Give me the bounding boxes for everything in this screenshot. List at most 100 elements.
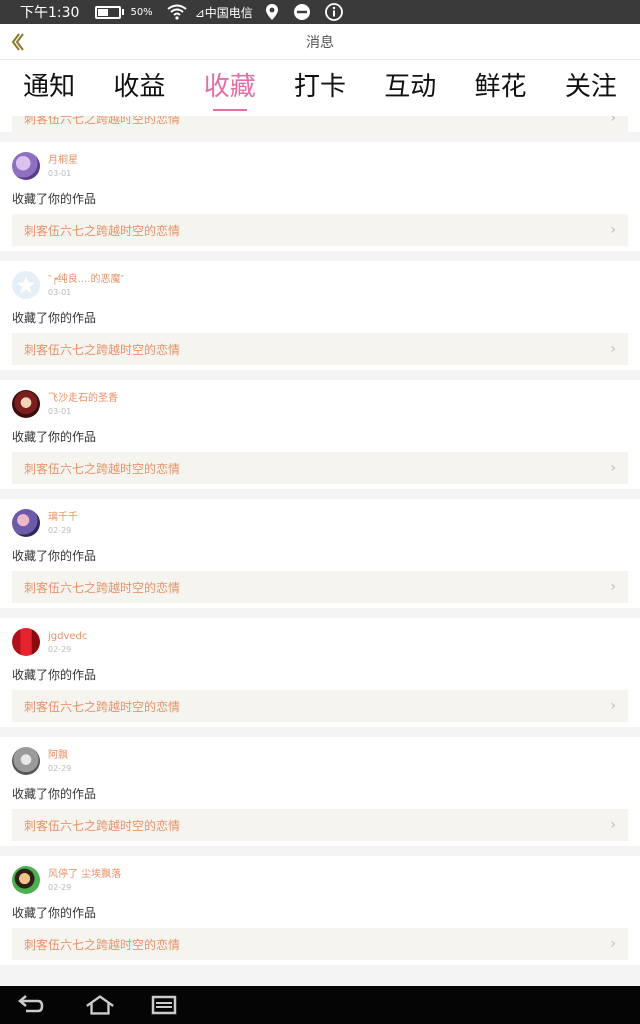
list-item: 风停了 尘埃飘落 02-29 收藏了你的作品 刺客伍六七之跨越时空的恋情 › [0, 856, 640, 965]
user-row: 阿飘 02-29 [12, 747, 628, 777]
action-text: 收藏了你的作品 [12, 549, 97, 563]
username[interactable]: 月桐星 [48, 154, 78, 168]
timestamp: 02-29 [48, 645, 72, 654]
action-text: 收藏了你的作品 [12, 668, 97, 682]
tab-0[interactable]: 通知 [5, 60, 93, 116]
tab-2[interactable]: 收藏 [186, 60, 274, 116]
username[interactable]: jgdvedc [48, 630, 87, 644]
chevron-right-icon: › [610, 341, 616, 357]
username[interactable]: 璃千千 [48, 511, 78, 525]
chevron-right-icon: › [610, 460, 616, 476]
list-item: 刺客伍六七之跨越时空的恋情 › [0, 116, 640, 134]
wifi-icon [167, 4, 187, 20]
work-title: 刺客伍六七之跨越时空的恋情 [24, 937, 181, 952]
avatar[interactable] [12, 866, 40, 894]
tab-6[interactable]: 关注 [547, 60, 635, 116]
work-title: 刺客伍六七之跨越时空的恋情 [24, 580, 181, 595]
back-nav-icon[interactable] [14, 991, 46, 1019]
user-row: 风停了 尘埃飘落 02-29 [12, 866, 628, 896]
back-arrow-icon [11, 33, 24, 51]
tab-3[interactable]: 打卡 [276, 60, 364, 116]
work-title: 刺客伍六七之跨越时空的恋情 [24, 818, 181, 833]
user-meta: jgdvedc 02-29 [48, 628, 87, 656]
username[interactable]: ‶┍纯良....的恶魔″ [48, 273, 124, 287]
battery-percent: 50% [130, 6, 153, 18]
list-item: 飞沙走石的圣香 03-01 收藏了你的作品 刺客伍六七之跨越时空的恋情 › [0, 380, 640, 489]
user-row: 月桐星 03-01 [12, 152, 628, 182]
list-item: 阿飘 02-29 收藏了你的作品 刺客伍六七之跨越时空的恋情 › [0, 737, 640, 846]
username[interactable]: 阿飘 [48, 749, 71, 763]
status-time: 下午1:30 [20, 5, 80, 21]
do-not-disturb-icon [293, 3, 311, 21]
location-icon [265, 3, 279, 21]
action-text: 收藏了你的作品 [12, 787, 97, 801]
user-meta: 月桐星 03-01 [48, 152, 78, 180]
info-icon [324, 3, 343, 21]
chevron-right-icon: › [610, 116, 616, 126]
work-title: 刺客伍六七之跨越时空的恋情 [24, 223, 181, 238]
avatar[interactable] [12, 390, 40, 418]
chevron-right-icon: › [610, 817, 616, 833]
work-link[interactable]: 刺客伍六七之跨越时空的恋情 › [12, 116, 628, 134]
avatar[interactable] [12, 152, 40, 180]
page-title: 消息 [306, 34, 334, 51]
timestamp: 02-29 [48, 764, 72, 773]
work-title: 刺客伍六七之跨越时空的恋情 [24, 342, 181, 357]
avatar[interactable] [12, 628, 40, 656]
chevron-right-icon: › [610, 579, 616, 595]
avatar[interactable] [12, 271, 40, 299]
user-meta: ‶┍纯良....的恶魔″ 03-01 [48, 271, 124, 299]
user-row: 璃千千 02-29 [12, 509, 628, 539]
work-link[interactable]: 刺客伍六七之跨越时空的恋情 › [12, 452, 628, 484]
header: 消息 [0, 24, 640, 60]
tab-1[interactable]: 收益 [95, 60, 183, 116]
user-meta: 璃千千 02-29 [48, 509, 78, 537]
list-item: jgdvedc 02-29 收藏了你的作品 刺客伍六七之跨越时空的恋情 › [0, 618, 640, 727]
tab-bar: 通知 收益 收藏 打卡 互动 鲜花 关注 [0, 60, 640, 116]
action-text: 收藏了你的作品 [12, 192, 97, 206]
list-item: ‶┍纯良....的恶魔″ 03-01 收藏了你的作品 刺客伍六七之跨越时空的恋情… [0, 261, 640, 370]
work-link[interactable]: 刺客伍六七之跨越时空的恋情 › [12, 571, 628, 603]
work-link[interactable]: 刺客伍六七之跨越时空的恋情 › [12, 333, 628, 365]
timestamp: 03-01 [48, 288, 72, 297]
chevron-right-icon: › [610, 936, 616, 952]
tab-4[interactable]: 互动 [366, 60, 454, 116]
user-meta: 飞沙走石的圣香 03-01 [48, 390, 118, 418]
user-meta: 风停了 尘埃飘落 02-29 [48, 866, 121, 894]
battery-icon [95, 5, 125, 19]
work-link[interactable]: 刺客伍六七之跨越时空的恋情 › [12, 928, 628, 960]
work-link[interactable]: 刺客伍六七之跨越时空的恋情 › [12, 809, 628, 841]
list-item: 月桐星 03-01 收藏了你的作品 刺客伍六七之跨越时空的恋情 › [0, 142, 640, 251]
avatar[interactable] [12, 747, 40, 775]
work-link[interactable]: 刺客伍六七之跨越时空的恋情 › [12, 690, 628, 722]
action-text: 收藏了你的作品 [12, 311, 97, 325]
work-title: 刺客伍六七之跨越时空的恋情 [24, 461, 181, 476]
user-row: jgdvedc 02-29 [12, 628, 628, 658]
user-row: 飞沙走石的圣香 03-01 [12, 390, 628, 420]
avatar[interactable] [12, 509, 40, 537]
status-bar: 下午1:30 50% ⊿中国电信 [0, 0, 640, 24]
tab-5[interactable]: 鲜花 [457, 60, 545, 116]
username[interactable]: 风停了 尘埃飘落 [48, 868, 121, 882]
user-meta: 阿飘 02-29 [48, 747, 71, 775]
system-nav-bar [0, 986, 640, 1024]
username[interactable]: 飞沙走石的圣香 [48, 392, 118, 406]
back-button[interactable] [6, 30, 28, 54]
timestamp: 03-01 [48, 169, 72, 178]
carrier-name: ⊿中国电信 [194, 5, 253, 20]
recent-apps-icon[interactable] [148, 991, 180, 1019]
home-nav-icon[interactable] [84, 991, 116, 1019]
chevron-right-icon: › [610, 222, 616, 238]
timestamp: 02-29 [48, 526, 72, 535]
work-link[interactable]: 刺客伍六七之跨越时空的恋情 › [12, 214, 628, 246]
work-title: 刺客伍六七之跨越时空的恋情 [24, 699, 181, 714]
message-list: 刺客伍六七之跨越时空的恋情 › 月桐星 03-01 收藏了你的作品 刺客伍六七之… [0, 116, 640, 986]
action-text: 收藏了你的作品 [12, 430, 97, 444]
user-row: ‶┍纯良....的恶魔″ 03-01 [12, 271, 628, 301]
timestamp: 02-29 [48, 883, 72, 892]
chevron-right-icon: › [610, 698, 616, 714]
action-text: 收藏了你的作品 [12, 906, 97, 920]
timestamp: 03-01 [48, 407, 72, 416]
list-item: 璃千千 02-29 收藏了你的作品 刺客伍六七之跨越时空的恋情 › [0, 499, 640, 608]
work-title: 刺客伍六七之跨越时空的恋情 [24, 116, 181, 126]
